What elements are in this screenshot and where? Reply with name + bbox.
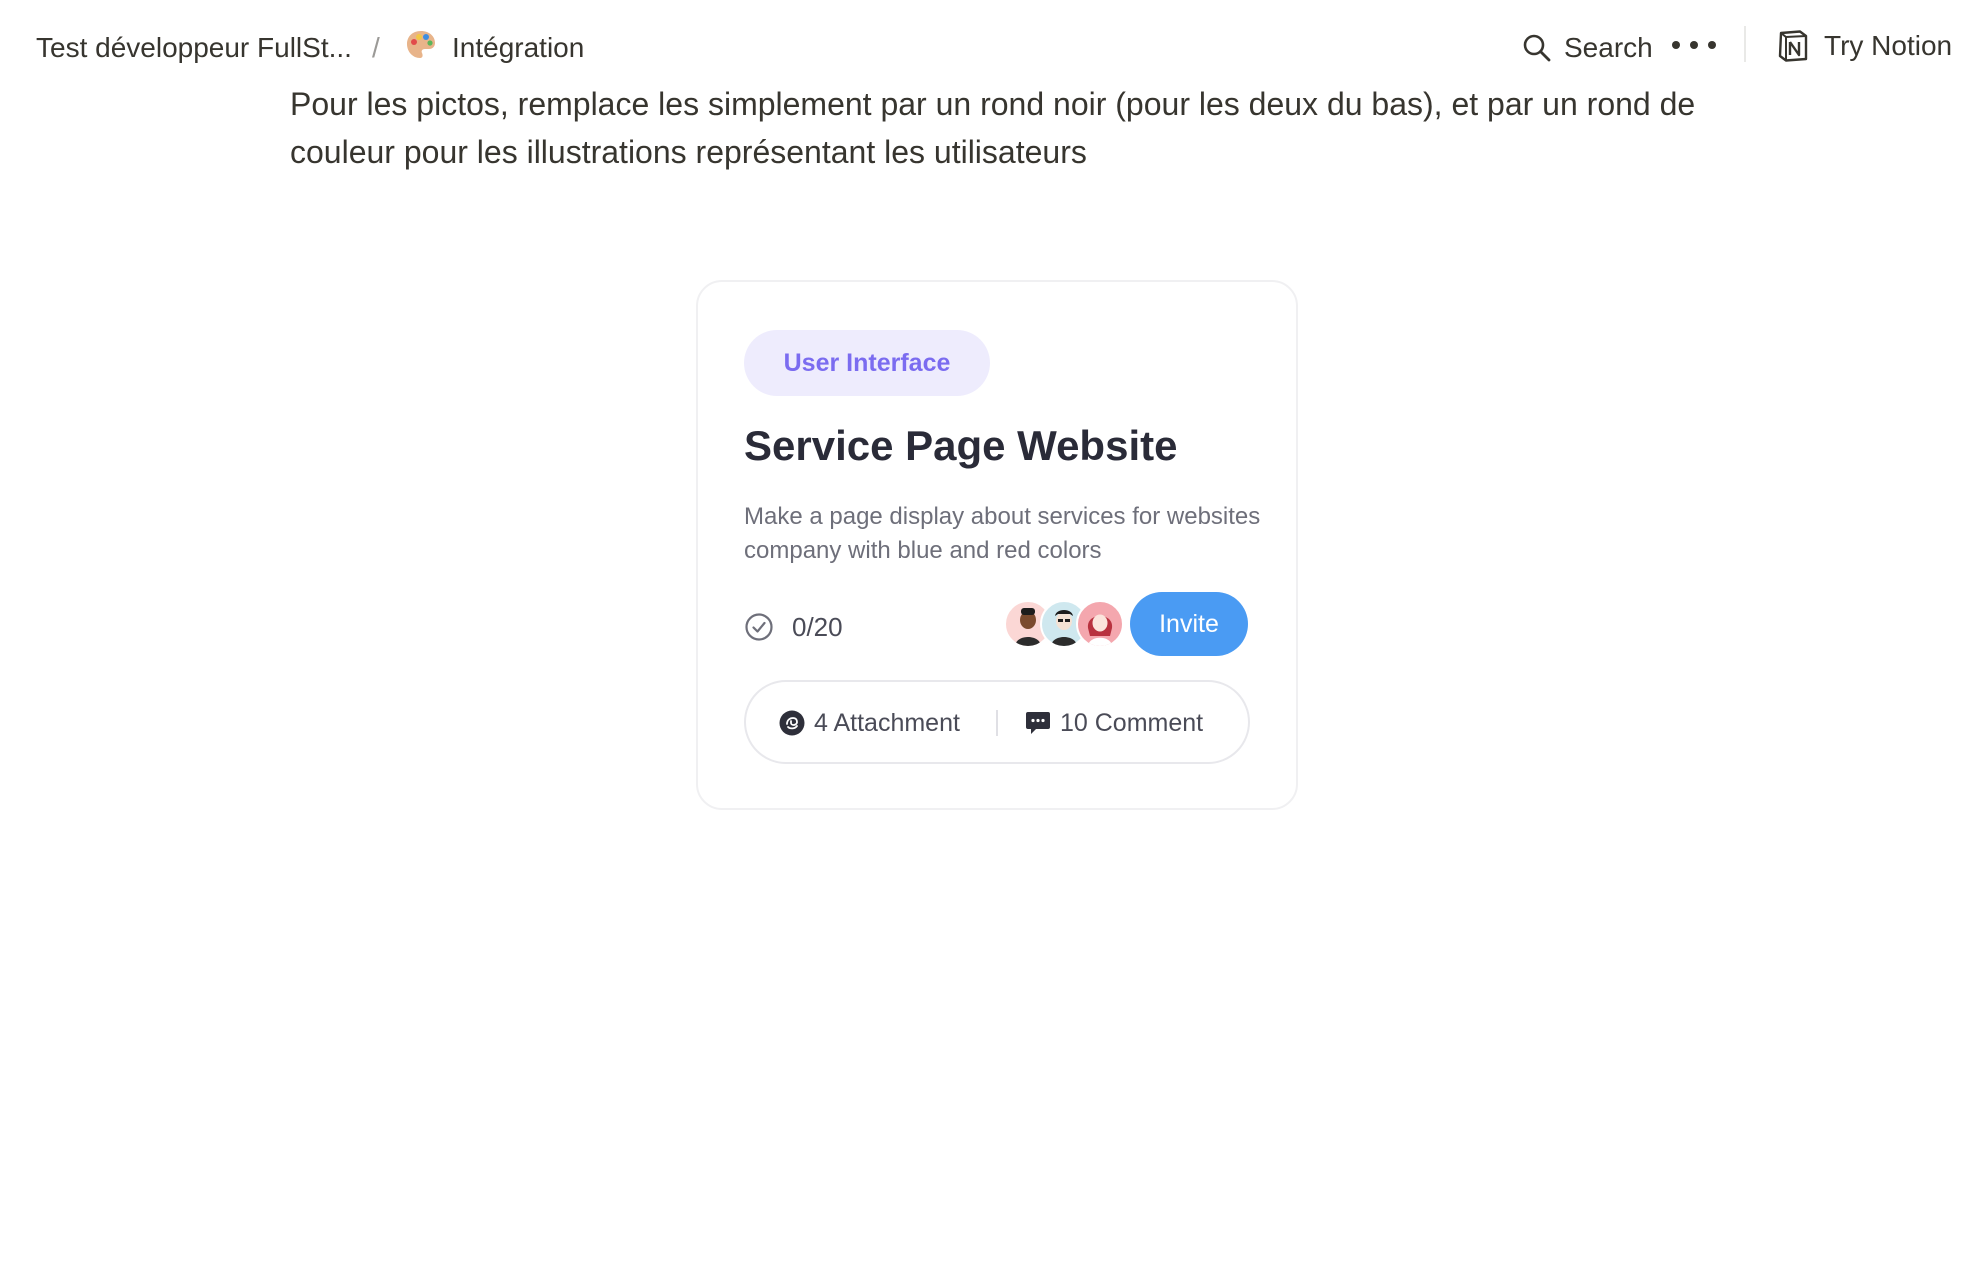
body-paragraph: Pour les pictos, remplace les simplement… [290, 86, 1696, 170]
check-circle-icon [745, 613, 773, 641]
comment-icon [1026, 712, 1050, 734]
avatar [1076, 600, 1124, 648]
ellipsis-icon[interactable] [1672, 30, 1716, 60]
breadcrumb-current[interactable]: Intégration [452, 30, 584, 66]
comment-label: 10 Comment [1060, 708, 1204, 737]
invite-button[interactable]: Invite [1130, 592, 1248, 656]
palette-icon [404, 28, 438, 62]
card-description: Make a page display about services for w… [744, 503, 1261, 564]
task-card-image: User Interface Service Page Website Make… [696, 280, 1298, 810]
breadcrumb-parent[interactable]: Test développeur FullSt... [36, 30, 352, 66]
category-tag: User Interface [744, 330, 990, 396]
notion-logo-icon [1778, 30, 1808, 62]
try-notion-button[interactable]: Try Notion [1776, 24, 1952, 68]
search-button[interactable]: Search [1522, 26, 1653, 70]
search-icon [1523, 34, 1551, 62]
attachment-label: 4 Attachment [814, 708, 960, 737]
card-footer: 4 Attachment 10 Comment [744, 680, 1250, 764]
topbar-divider [1744, 26, 1746, 62]
progress-count: 0/20 [792, 611, 843, 642]
footer-divider [996, 710, 998, 736]
attachment-icon [779, 710, 805, 736]
member-avatars [1004, 600, 1128, 650]
comment-count[interactable]: 10 Comment [1024, 706, 1203, 740]
search-label: Search [1564, 32, 1653, 63]
try-notion-label: Try Notion [1824, 30, 1953, 61]
attachment-count[interactable]: 4 Attachment [778, 706, 960, 740]
breadcrumb-separator: / [372, 32, 380, 63]
card-title: Service Page Website [744, 422, 1178, 469]
task-progress: 0/20 [744, 610, 843, 644]
